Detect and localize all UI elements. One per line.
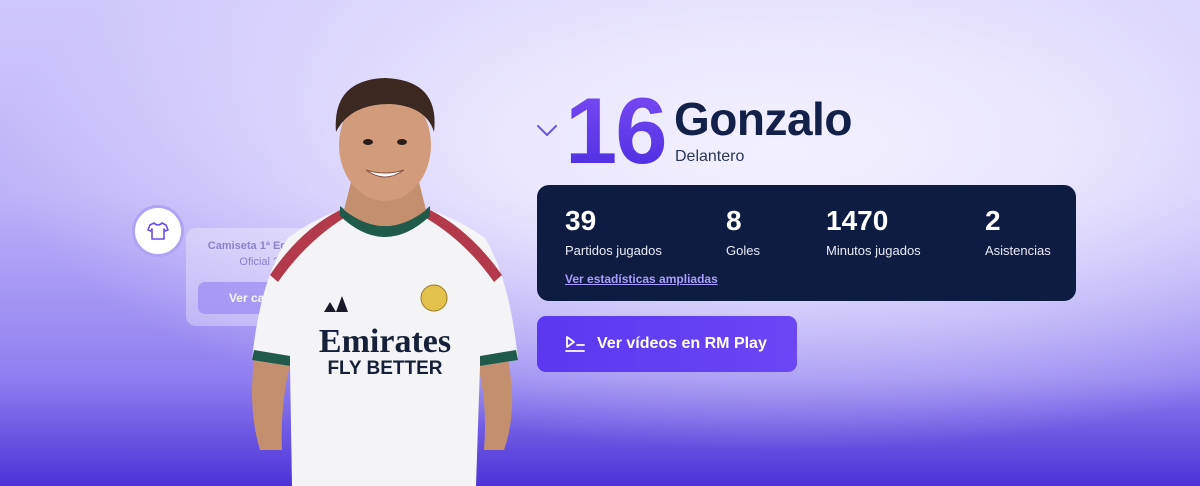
player-position: Delantero bbox=[675, 148, 745, 165]
stat-value: 2 bbox=[985, 205, 1001, 236]
stat-minutes: 1470 Minutos jugados bbox=[826, 205, 921, 258]
player-name: Gonzalo bbox=[674, 93, 852, 145]
shirt-slogan: FLY BETTER bbox=[327, 358, 442, 379]
stats-card: 39 Partidos jugados 8 Goles 1470 Minutos… bbox=[537, 185, 1076, 301]
stat-label: Partidos jugados bbox=[565, 243, 662, 258]
jersey-toggle-button[interactable] bbox=[132, 205, 184, 257]
player-number: 16 bbox=[565, 78, 668, 183]
stat-label: Goles bbox=[726, 243, 760, 258]
stat-assists: 2 Asistencias bbox=[985, 205, 1051, 258]
player-photo: Emirates FLY BETTER bbox=[252, 78, 518, 486]
extended-stats-link[interactable]: Ver estadísticas ampliadas bbox=[565, 272, 718, 286]
play-list-icon bbox=[565, 336, 585, 352]
stat-label: Minutos jugados bbox=[826, 243, 921, 258]
stat-value: 8 bbox=[726, 205, 742, 236]
stat-matches: 39 Partidos jugados bbox=[565, 205, 662, 258]
player-hero: Camiseta 1ª Equipación Oficial 26/27 Ver… bbox=[0, 0, 1200, 486]
chevron-down-icon[interactable] bbox=[536, 122, 558, 138]
stat-goals: 8 Goles bbox=[726, 205, 760, 258]
stat-label: Asistencias bbox=[985, 243, 1051, 258]
shirt-sponsor: Emirates bbox=[319, 323, 451, 360]
stat-value: 39 bbox=[565, 205, 597, 236]
rm-play-videos-label: Ver vídeos en RM Play bbox=[597, 335, 767, 352]
shirt-icon bbox=[147, 222, 169, 240]
rm-play-videos-button[interactable]: Ver vídeos en RM Play bbox=[537, 316, 797, 372]
stat-value: 1470 bbox=[826, 205, 889, 236]
